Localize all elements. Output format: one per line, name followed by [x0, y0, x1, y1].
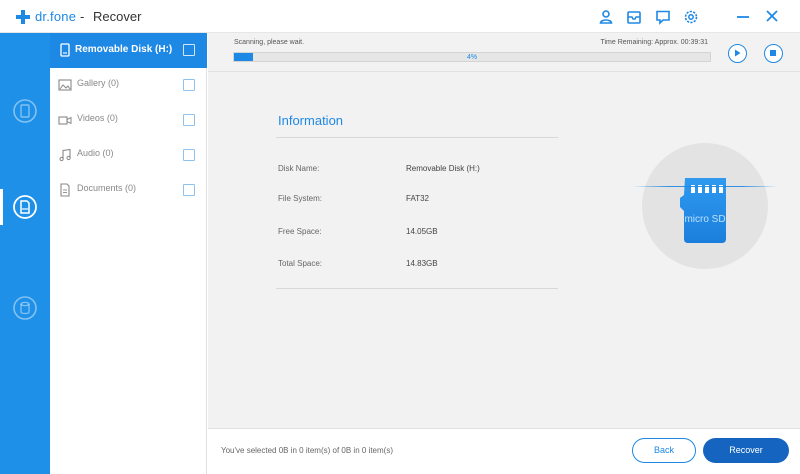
category-documents[interactable]: Documents (0)	[50, 173, 207, 208]
rail-item-sd-card[interactable]	[0, 185, 50, 229]
category-checkbox[interactable]	[183, 184, 195, 196]
category-gallery[interactable]: Gallery (0)	[50, 68, 207, 103]
scan-progress-bar: 4%	[233, 52, 711, 62]
play-icon	[735, 49, 741, 57]
scan-status: Scanning, please wait.	[234, 39, 305, 46]
category-panel: Removable Disk (H:) Gallery (0) Videos (…	[50, 33, 207, 474]
category-label: Videos (0)	[77, 113, 118, 123]
selection-summary: You've selected 0B in 0 item(s) of 0B in…	[221, 446, 393, 455]
category-label: Audio (0)	[77, 148, 114, 158]
video-icon	[58, 116, 72, 125]
user-icon[interactable]	[598, 9, 614, 25]
sd-card-illustration: micro SD	[642, 143, 768, 269]
total-space-label: Total Space:	[278, 259, 323, 268]
category-label: Documents (0)	[77, 183, 137, 193]
title-bar: dr.fone - Recover	[0, 0, 800, 33]
window-title: Recover	[93, 9, 142, 24]
disk-name-label: Disk Name:	[278, 164, 320, 173]
music-note-icon	[59, 148, 71, 162]
stop-icon	[770, 50, 776, 56]
resume-button[interactable]	[728, 44, 747, 63]
file-system-value: FAT32	[406, 194, 429, 203]
category-videos[interactable]: Videos (0)	[50, 103, 207, 138]
file-system-label: File System:	[278, 194, 323, 203]
recover-button[interactable]: Recover	[703, 438, 789, 463]
scan-line	[632, 186, 778, 187]
image-icon	[58, 79, 72, 91]
brand-name: dr.fone	[35, 9, 77, 24]
disk-name-value: Removable Disk (H:)	[406, 164, 480, 173]
close-icon[interactable]	[764, 8, 780, 24]
title-separator: -	[80, 9, 85, 24]
time-remaining: Time Remaining: Approx. 00:39:31	[600, 39, 708, 46]
info-divider-top	[276, 137, 558, 138]
category-label: Removable Disk (H:)	[75, 44, 173, 55]
chat-icon[interactable]	[655, 9, 671, 25]
free-space-label: Free Space:	[278, 227, 322, 236]
disk-icon	[60, 43, 70, 57]
category-label: Gallery (0)	[77, 78, 120, 88]
mode-rail	[0, 33, 50, 474]
settings-icon[interactable]	[683, 9, 699, 25]
footer-bar: You've selected 0B in 0 item(s) of 0B in…	[208, 428, 800, 474]
category-checkbox[interactable]	[183, 149, 195, 161]
category-checkbox[interactable]	[183, 114, 195, 126]
mail-icon[interactable]	[626, 9, 642, 25]
document-icon	[60, 183, 70, 197]
free-space-value: 14.05GB	[406, 227, 438, 236]
toolbar-divider	[208, 71, 800, 72]
scan-progress-label: 4%	[466, 54, 478, 61]
recover-sd-card-icon	[13, 195, 37, 219]
drfone-logo-icon	[16, 10, 30, 24]
minimize-icon[interactable]	[735, 8, 751, 24]
category-checkbox[interactable]	[183, 79, 195, 91]
category-removable-disk[interactable]: Removable Disk (H:)	[50, 33, 207, 68]
category-checkbox[interactable]	[183, 44, 195, 56]
info-divider-bottom	[276, 288, 558, 289]
recover-backup-icon	[13, 296, 37, 320]
stop-button[interactable]	[764, 44, 783, 63]
category-audio[interactable]: Audio (0)	[50, 138, 207, 173]
back-button[interactable]: Back	[632, 438, 696, 463]
total-space-value: 14.83GB	[406, 259, 438, 268]
rail-item-backup[interactable]	[0, 286, 50, 330]
recover-device-icon	[13, 99, 37, 123]
info-title: Information	[278, 113, 344, 128]
micro-sd-card-icon: micro SD	[680, 178, 726, 243]
card-text: micro SD	[684, 214, 725, 225]
scan-main-area: Scanning, please wait. Time Remaining: A…	[208, 33, 800, 428]
rail-item-device[interactable]	[0, 89, 50, 133]
